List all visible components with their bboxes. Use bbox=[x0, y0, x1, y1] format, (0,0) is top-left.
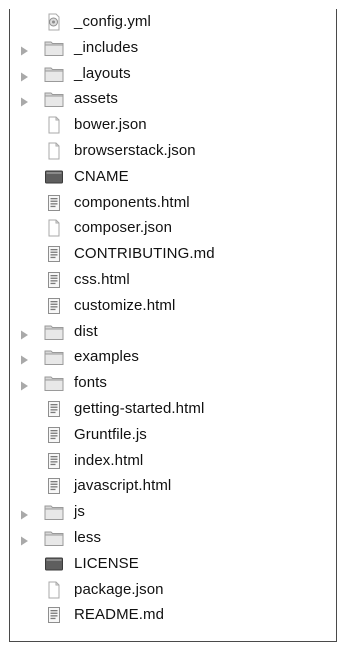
file-name: index.html bbox=[74, 451, 144, 469]
document-icon bbox=[44, 581, 64, 599]
file-name: dist bbox=[74, 322, 98, 340]
disclosure-triangle-icon[interactable] bbox=[20, 533, 29, 546]
disclosure-triangle-icon[interactable] bbox=[20, 507, 29, 520]
file-row[interactable]: customize.html bbox=[10, 293, 336, 319]
file-name: components.html bbox=[74, 193, 190, 211]
file-name: README.md bbox=[74, 606, 165, 624]
file-row[interactable]: assets bbox=[10, 86, 336, 112]
file-row[interactable]: CONTRIBUTING.md bbox=[10, 241, 336, 267]
text-file-icon bbox=[44, 452, 64, 470]
folder-icon bbox=[44, 374, 64, 392]
file-row[interactable]: getting-started.html bbox=[10, 396, 336, 422]
file-row[interactable]: _layouts bbox=[10, 61, 336, 87]
disclosure-triangle-icon[interactable] bbox=[20, 94, 29, 107]
file-row[interactable]: Gruntfile.js bbox=[10, 422, 336, 448]
file-name: customize.html bbox=[74, 296, 176, 314]
text-file-icon bbox=[44, 606, 64, 624]
executable-icon bbox=[44, 168, 64, 186]
folder-icon bbox=[44, 529, 64, 547]
folder-icon bbox=[44, 323, 64, 341]
text-file-icon bbox=[44, 271, 64, 289]
file-name: composer.json bbox=[74, 219, 173, 237]
folder-icon bbox=[44, 65, 64, 83]
file-name: browserstack.json bbox=[74, 142, 196, 159]
disclosure-triangle-icon[interactable] bbox=[20, 378, 29, 391]
file-name: _config.yml bbox=[74, 13, 151, 30]
file-row[interactable]: javascript.html bbox=[10, 473, 336, 499]
file-row[interactable]: _includes bbox=[10, 35, 336, 61]
file-row[interactable]: less bbox=[10, 525, 336, 551]
folder-icon bbox=[44, 348, 64, 366]
file-row[interactable]: package.json bbox=[10, 577, 336, 603]
text-file-icon bbox=[44, 426, 64, 444]
file-name: LICENSE bbox=[74, 554, 139, 572]
file-row[interactable]: composer.json bbox=[10, 215, 336, 241]
file-name: js bbox=[74, 503, 86, 521]
folder-icon bbox=[44, 503, 64, 521]
disclosure-triangle-icon[interactable] bbox=[20, 352, 29, 365]
file-name: javascript.html bbox=[74, 477, 172, 495]
document-icon bbox=[44, 116, 64, 134]
executable-icon bbox=[44, 555, 64, 573]
file-row[interactable]: fonts bbox=[10, 370, 336, 396]
file-name: less bbox=[74, 529, 102, 546]
file-list: _config.yml _includes _layoutsassets bower.… bbox=[9, 9, 337, 642]
file-row[interactable]: components.html bbox=[10, 190, 336, 216]
file-row[interactable]: browserstack.json bbox=[10, 138, 336, 164]
file-row[interactable]: js bbox=[10, 499, 336, 525]
file-row[interactable]: LICENSE bbox=[10, 551, 336, 577]
text-file-icon bbox=[44, 400, 64, 418]
file-row[interactable]: dist bbox=[10, 319, 336, 345]
file-name: _includes bbox=[74, 38, 139, 56]
file-name: _layouts bbox=[74, 64, 131, 82]
file-row[interactable]: bower.json bbox=[10, 112, 336, 138]
folder-icon bbox=[44, 39, 64, 57]
file-name: package.json bbox=[74, 580, 164, 598]
text-file-icon bbox=[44, 477, 64, 495]
file-name: css.html bbox=[74, 271, 130, 288]
disclosure-triangle-icon[interactable] bbox=[20, 327, 29, 340]
file-row[interactable]: index.html bbox=[10, 448, 336, 474]
file-name: CNAME bbox=[74, 167, 129, 185]
disclosure-triangle-icon[interactable] bbox=[20, 43, 29, 56]
file-name: examples bbox=[74, 348, 139, 366]
folder-icon bbox=[44, 90, 64, 108]
text-file-icon bbox=[44, 245, 64, 263]
file-row[interactable]: examples bbox=[10, 344, 336, 370]
file-row[interactable]: css.html bbox=[10, 267, 336, 293]
file-name: fonts bbox=[74, 374, 108, 392]
file-name: CONTRIBUTING.md bbox=[74, 245, 215, 263]
config-file-icon bbox=[44, 13, 64, 31]
text-file-icon bbox=[44, 297, 64, 315]
file-row[interactable]: _config.yml bbox=[10, 9, 336, 35]
disclosure-triangle-icon[interactable] bbox=[20, 69, 29, 82]
document-icon bbox=[44, 219, 64, 237]
file-row[interactable]: CNAME bbox=[10, 164, 336, 190]
file-name: bower.json bbox=[74, 116, 147, 134]
file-name: getting-started.html bbox=[74, 400, 205, 417]
file-name: Gruntfile.js bbox=[74, 425, 147, 443]
file-name: assets bbox=[74, 90, 118, 108]
file-row[interactable]: README.md bbox=[10, 602, 336, 628]
text-file-icon bbox=[44, 194, 64, 212]
document-icon bbox=[44, 142, 64, 160]
